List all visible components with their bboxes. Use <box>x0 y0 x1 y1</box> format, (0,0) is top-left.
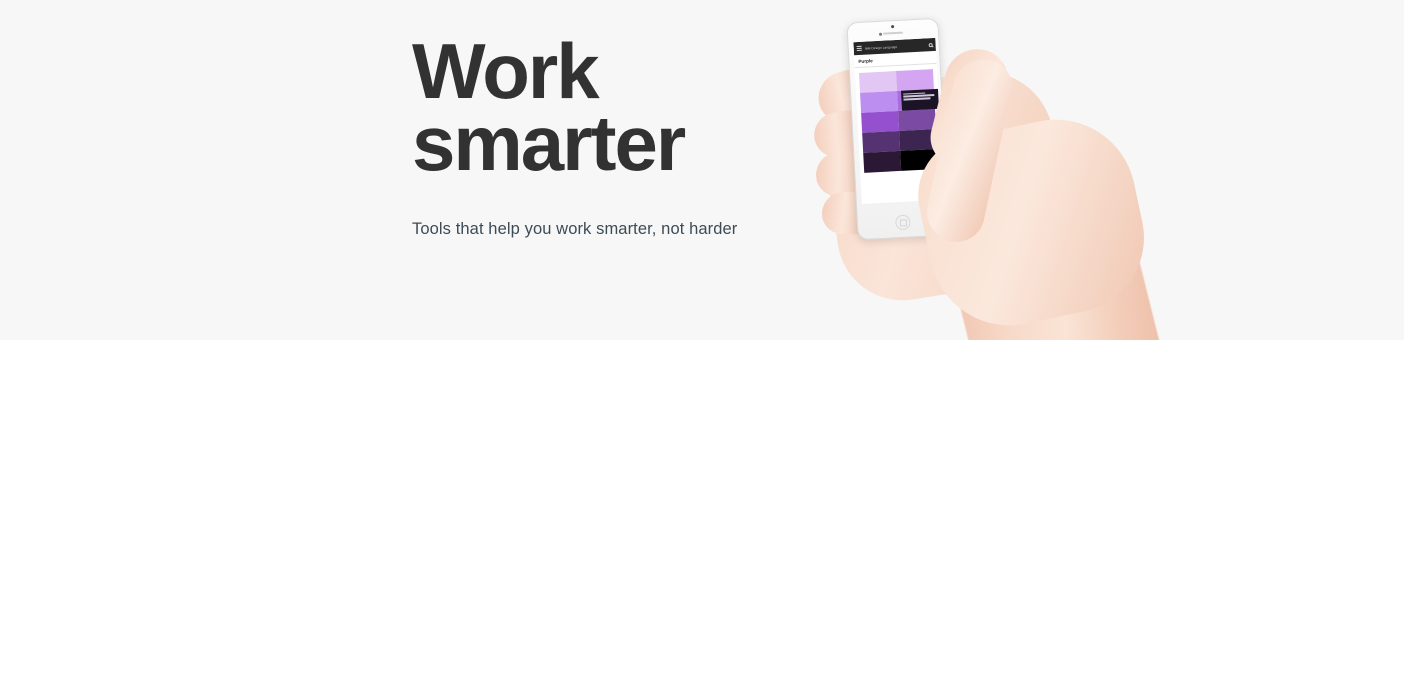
phone-color-grid <box>859 69 943 173</box>
sensor-dot <box>878 32 883 36</box>
phone-swatch <box>862 130 901 153</box>
phone-swatch <box>859 71 898 93</box>
phone-swatch <box>863 150 902 173</box>
search-icon[interactable] <box>928 42 933 47</box>
home-button[interactable] <box>895 214 911 231</box>
page-title-line-2: smarter <box>412 98 686 187</box>
hamburger-menu-icon[interactable] <box>856 45 862 52</box>
page-title-line-1: Work <box>412 27 600 115</box>
phone-swatch <box>860 90 899 113</box>
hero-section: Work smarter Tools that help you work sm… <box>0 0 1404 340</box>
hero-text-block: Work smarter Tools that help you work sm… <box>412 27 832 239</box>
front-camera-icon <box>891 25 895 29</box>
earpiece-speaker <box>882 31 904 35</box>
phone-swatch <box>898 109 937 131</box>
page-title: Work smarter <box>412 27 832 187</box>
hero-subtitle: Tools that help you work smarter, not ha… <box>412 219 738 238</box>
phone-swatch <box>895 69 934 91</box>
phone-swatch <box>861 110 900 133</box>
phone-nav-title: IBM Design Language <box>864 44 898 51</box>
hand-holding-phone-image: IBM Design Language Purple <box>790 0 1210 340</box>
